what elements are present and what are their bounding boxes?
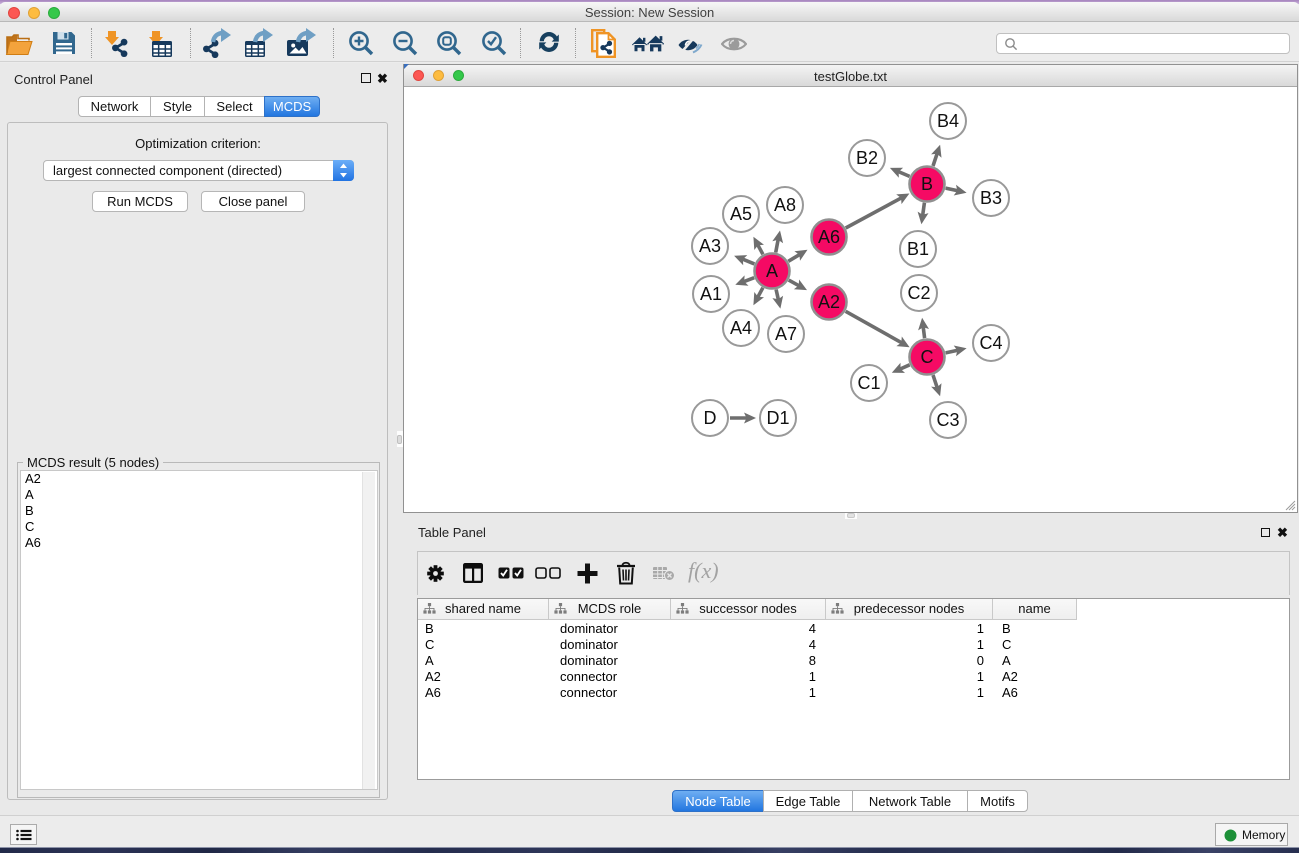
svg-text:A6: A6 [818, 227, 840, 247]
svg-text:A5: A5 [730, 204, 752, 224]
svg-text:B2: B2 [856, 148, 878, 168]
svg-text:A2: A2 [818, 292, 840, 312]
svg-text:A3: A3 [699, 236, 721, 256]
svg-text:A4: A4 [730, 318, 752, 338]
svg-text:B: B [921, 174, 933, 194]
svg-text:D: D [704, 408, 717, 428]
svg-text:C2: C2 [907, 283, 930, 303]
svg-text:A: A [766, 261, 778, 281]
svg-text:A8: A8 [774, 195, 796, 215]
svg-text:A1: A1 [700, 284, 722, 304]
svg-text:B3: B3 [980, 188, 1002, 208]
svg-text:B1: B1 [907, 239, 929, 259]
svg-text:A7: A7 [775, 324, 797, 344]
svg-text:C1: C1 [857, 373, 880, 393]
svg-text:C3: C3 [936, 410, 959, 430]
svg-text:C4: C4 [979, 333, 1002, 353]
svg-text:C: C [921, 347, 934, 367]
svg-text:D1: D1 [766, 408, 789, 428]
svg-text:B4: B4 [937, 111, 959, 131]
